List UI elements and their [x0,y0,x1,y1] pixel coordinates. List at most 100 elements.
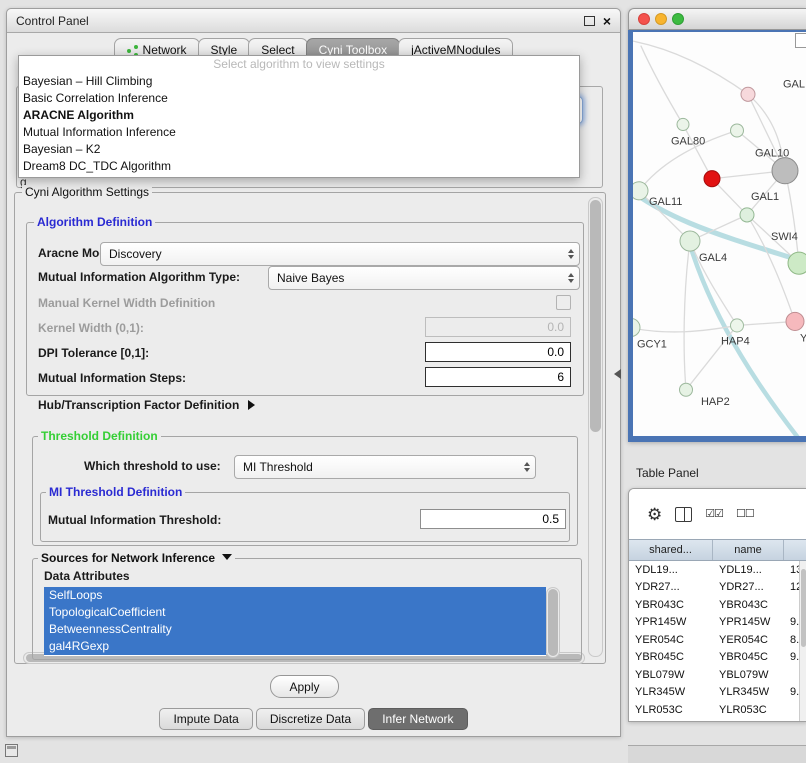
network-node-y[interactable] [786,312,804,330]
table-cell: YDL19... [713,564,784,576]
aracne-mode-value: Discovery [109,247,563,261]
network-node-gal1[interactable] [740,208,754,222]
threshold-definition-title: Threshold Definition [38,429,161,443]
column-header[interactable]: name [713,540,784,560]
node-label: GAL80 [671,136,705,148]
network-node-hap2[interactable] [680,383,693,396]
scrollbar-thumb[interactable] [548,589,558,656]
dpi-tolerance-label: DPI Tolerance [0,1]: [38,346,149,360]
close-window-icon[interactable]: × [603,14,611,28]
mi-steps-field[interactable]: 6 [425,367,571,387]
network-scroll-corner[interactable] [795,33,806,48]
apply-button[interactable]: Apply [270,675,339,698]
settings-vertical-scrollbar[interactable] [588,197,603,657]
mi-type-combo[interactable]: Naive Bayes [268,266,580,290]
node-label: GCY1 [637,339,667,351]
table-cell: YLR053C [713,704,784,716]
table-row[interactable]: YBR045CYBR045C9. [629,649,806,667]
attribute-item[interactable]: SelfLoops [44,587,546,604]
network-node[interactable] [741,87,755,101]
algorithm-option[interactable]: Mutual Information Inference [19,124,579,141]
bottom-tab-impute-data[interactable]: Impute Data [159,708,252,730]
network-edge [633,40,748,94]
algorithm-option[interactable]: Bayesian – K2 [19,141,579,158]
column-header[interactable] [784,540,806,560]
network-node[interactable] [704,171,720,187]
algorithm-definition-title: Algorithm Definition [34,215,155,229]
float-window-icon[interactable] [584,16,595,26]
network-node-gal4[interactable] [680,231,700,251]
data-attributes-label: Data Attributes [44,569,130,583]
table-row[interactable]: YBR043CYBR043C [629,596,806,614]
control-panel-titlebar[interactable]: Control Panel × [7,9,620,33]
table-row[interactable]: YER054CYER054C8. [629,631,806,649]
network-node-hap4[interactable] [731,319,744,332]
table-row[interactable]: YLR053CYLR053C [629,701,806,719]
which-threshold-combo[interactable]: MI Threshold [234,455,536,479]
network-edge [785,171,799,263]
node-label: Y [800,333,806,345]
network-node-swi4[interactable] [788,252,806,274]
network-canvas[interactable]: GAL80GAL10GAL11GAL1SWI4GAL4HAP4GCY1YHAP2… [633,32,806,436]
table-row[interactable]: YBL079WYBL079W [629,666,806,684]
zoom-traffic-light[interactable] [672,13,684,25]
attribute-item[interactable]: TopologicalCoefficient [44,604,546,621]
hub-definition-toggle[interactable]: Hub/Transcription Factor Definition [38,398,255,412]
aracne-mode-combo[interactable]: Discovery [100,242,580,266]
gear-icon[interactable]: ⚙ [647,506,662,523]
panel-splitter-arrow[interactable] [614,369,621,379]
algorithm-option[interactable]: Dream8 DC_TDC Algorithm [19,158,579,175]
table-row[interactable]: YDR27...YDR27...12 [629,579,806,597]
control-panel-window: Control Panel × NetworkStyleSelectCyni T… [6,8,621,737]
scrollbar-thumb[interactable] [801,569,806,647]
attribute-list-scrollbar[interactable] [546,587,560,658]
table-row[interactable]: YDL19...YDL19...13 [629,561,806,579]
table-cell: YLR345W [713,686,784,698]
network-node-gal10[interactable] [772,158,798,184]
manual-kernel-checkbox[interactable] [556,295,571,310]
node-label: HAP4 [721,336,750,348]
minimized-panel-icon[interactable] [5,744,18,757]
close-traffic-light[interactable] [638,13,650,25]
network-node[interactable] [731,124,744,137]
table-cell: YBR045C [713,651,784,663]
network-window-titlebar[interactable] [628,8,806,30]
cyni-settings-title: Cyni Algorithm Settings [22,185,152,199]
network-edge [684,241,690,390]
attribute-item[interactable]: BetweennessCentrality [44,621,546,638]
network-node-gal11[interactable] [633,182,648,200]
mi-steps-label: Mutual Information Steps: [38,371,186,385]
mi-type-label: Mutual Information Algorithm Type: [38,270,240,284]
manual-kernel-label: Manual Kernel Width Definition [38,296,215,310]
algorithm-option[interactable]: Bayesian – Hill Climbing [19,73,579,90]
attribute-item[interactable]: gal4RGexp [44,638,546,655]
algorithm-option[interactable]: ARACNE Algorithm [19,107,579,124]
table-cell: YBR045C [629,651,713,663]
columns-icon[interactable] [675,507,692,522]
bottom-tab-discretize-data[interactable]: Discretize Data [256,708,365,730]
popup-header: Select algorithm to view settings [19,56,579,73]
minimize-traffic-light[interactable] [655,13,667,25]
dpi-tolerance-field[interactable]: 0.0 [425,342,571,362]
bottom-tab-infer-network[interactable]: Infer Network [368,708,467,730]
table-row[interactable]: YPR145WYPR145W9. [629,614,806,632]
network-edge [641,46,683,124]
sources-toggle[interactable]: Sources for Network Inference [38,551,235,565]
column-header[interactable]: shared... [629,540,713,560]
window-title: Control Panel [16,14,89,28]
attribute-list[interactable]: SelfLoopsTopologicalCoefficientBetweenne… [44,587,546,656]
combo-stepper-icon [519,462,535,472]
table-toolbar: ⚙ ☑☑ ☐☐ [629,489,806,539]
table-cell: YBR043C [629,599,713,611]
scrollbar-thumb[interactable] [590,200,601,432]
deselect-all-checkboxes-icon[interactable]: ☐☐ [736,509,754,520]
mi-threshold-field[interactable]: 0.5 [420,509,566,529]
select-all-checkboxes-icon[interactable]: ☑☑ [705,509,723,520]
algorithm-option[interactable]: Basic Correlation Inference [19,90,579,107]
network-node-gal80[interactable] [677,118,689,130]
network-node-gcy1[interactable] [633,318,640,336]
table-cell: YPR145W [713,616,784,628]
node-label: GAL1 [751,191,779,203]
table-row[interactable]: YLR345WYLR345W9. [629,684,806,702]
table-scrollbar[interactable] [799,561,806,721]
